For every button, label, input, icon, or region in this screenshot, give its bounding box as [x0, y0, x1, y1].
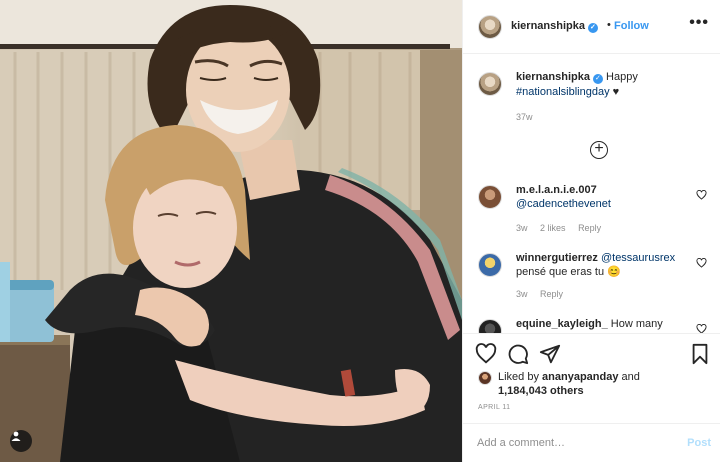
load-more-icon[interactable]: +: [590, 141, 608, 159]
post-date[interactable]: APRIL 11: [478, 404, 510, 411]
follow-button[interactable]: Follow: [614, 20, 649, 32]
verified-icon: ✓: [587, 23, 598, 33]
heart-emoji: ♥: [612, 86, 620, 98]
tag-user-button[interactable]: [10, 430, 32, 452]
separator-dot: •: [607, 19, 611, 31]
reply-button[interactable]: Reply: [540, 289, 563, 299]
caption-age: 37w: [516, 112, 533, 122]
avatar[interactable]: [478, 371, 492, 385]
reply-button[interactable]: Reply: [578, 223, 601, 233]
instagram-post-view: kiernanshipka ✓ • Follow ••• kiernanshipk…: [0, 0, 720, 462]
comment-text: winnergutierrez @tessaurusrex pensé que …: [516, 251, 691, 279]
liked-by-label: Liked by: [498, 371, 539, 383]
and-label: and: [621, 371, 640, 383]
comment-username[interactable]: winnergutierrez: [516, 252, 598, 264]
avatar[interactable]: [478, 253, 502, 277]
caption-hashtag[interactable]: #nationalsiblingday: [516, 86, 610, 98]
avatar[interactable]: [478, 185, 502, 209]
heart-icon[interactable]: [696, 190, 707, 200]
likes-text: Liked by ananyapanday and 1,184,043 othe…: [498, 370, 698, 398]
comments-list[interactable]: kiernanshipka ✓ Happy #nationalsiblingday…: [463, 55, 720, 333]
heart-icon[interactable]: [696, 324, 707, 333]
post-header: kiernanshipka ✓ • Follow •••: [463, 0, 720, 54]
heart-icon[interactable]: [696, 258, 707, 268]
comment-text: m.e.l.a.n.i.e.007 @cadencethevenet: [516, 183, 691, 211]
comment-input[interactable]: [477, 433, 667, 453]
comment-mention[interactable]: @cadencethevenet: [516, 198, 611, 210]
avatar[interactable]: [478, 319, 502, 333]
post-actions: Liked by ananyapanday and 1,184,043 othe…: [463, 333, 720, 423]
caption-text: kiernanshipka ✓ Happy #nationalsiblingday…: [516, 70, 701, 125]
more-options-icon[interactable]: •••: [689, 14, 709, 32]
avatar[interactable]: [478, 15, 502, 39]
verified-icon: ✓: [592, 74, 603, 84]
comment-text: equine_kayleigh_ How many: [516, 317, 691, 331]
comment-age: 3w: [516, 289, 528, 299]
post-side-panel: kiernanshipka ✓ • Follow ••• kiernanshipk…: [462, 0, 720, 462]
comment-icon[interactable]: [507, 343, 529, 365]
comment-likes[interactable]: 2 likes: [540, 223, 566, 233]
comment-age: 3w: [516, 223, 528, 233]
post-photo[interactable]: [0, 0, 462, 462]
photo-illustration: [0, 0, 462, 462]
liked-by-user[interactable]: ananyapanday: [542, 371, 618, 383]
caption-username[interactable]: kiernanshipka: [516, 71, 590, 83]
comment-body: pensé que eras tu 😊: [516, 266, 621, 278]
bookmark-icon[interactable]: [689, 343, 711, 365]
comment-meta: 3w Reply: [516, 289, 573, 299]
caption-body: Happy: [606, 71, 638, 83]
comment-username[interactable]: equine_kayleigh_: [516, 318, 608, 330]
post-author[interactable]: kiernanshipka ✓: [511, 20, 598, 33]
tag-user-icon: [11, 431, 21, 441]
comment-body: How many: [610, 318, 663, 330]
likes-count[interactable]: 1,184,043 others: [498, 385, 584, 397]
add-comment-bar: Post: [463, 423, 720, 462]
avatar[interactable]: [478, 72, 502, 96]
post-author-username[interactable]: kiernanshipka: [511, 20, 585, 32]
comment-username[interactable]: m.e.l.a.n.i.e.007: [516, 184, 597, 196]
comment-mention[interactable]: @tessaurusrex: [601, 252, 675, 264]
heart-icon[interactable]: [475, 343, 497, 365]
comment-meta: 3w 2 likes Reply: [516, 223, 611, 233]
share-icon[interactable]: [539, 343, 561, 365]
post-button[interactable]: Post: [687, 437, 711, 449]
